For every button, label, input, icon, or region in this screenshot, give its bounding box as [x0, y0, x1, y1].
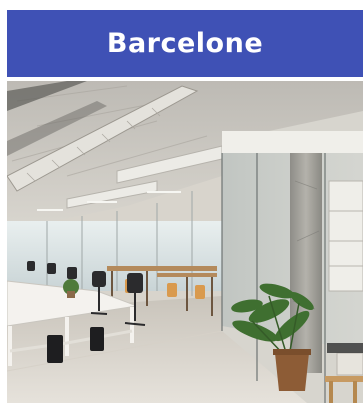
title-bar: Barcelone: [7, 10, 363, 77]
office-photo-illustration: [7, 81, 363, 403]
office-photo: [7, 81, 363, 403]
card-title: Barcelone: [106, 28, 264, 59]
office-card[interactable]: Barcelone: [0, 0, 364, 405]
